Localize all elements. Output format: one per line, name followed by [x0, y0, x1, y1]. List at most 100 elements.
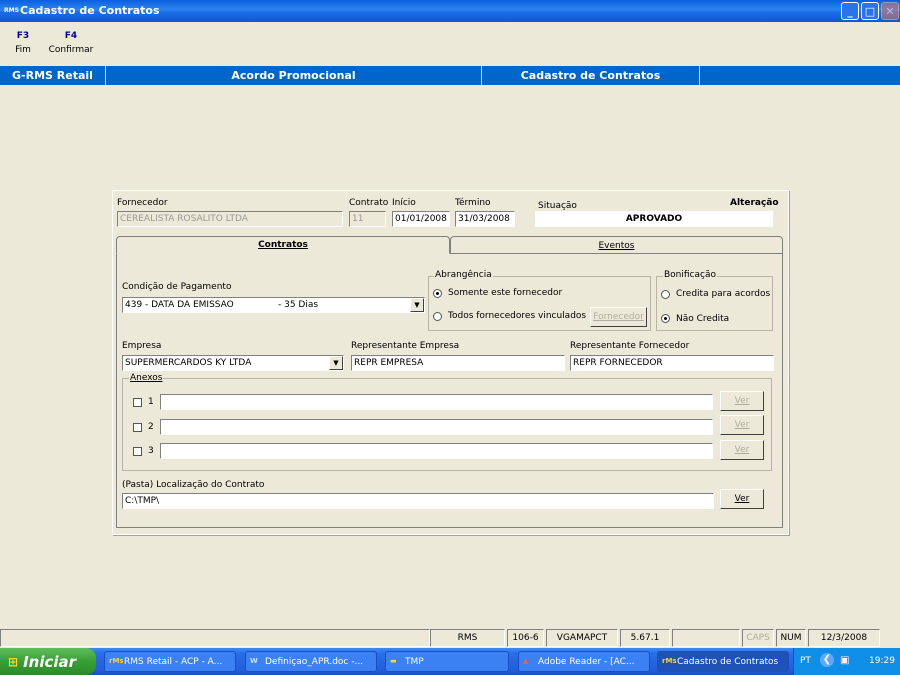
network-icon[interactable]: ▣: [840, 655, 849, 666]
localizacao-label: (Pasta) Localização do Contrato: [122, 480, 265, 490]
status-version: 5.67.1: [620, 629, 670, 647]
rms-app-icon: rMs: [109, 656, 124, 665]
word-doc-icon: W: [250, 656, 258, 665]
status-message: [0, 629, 430, 647]
task-label: Adobe Reader - [AC...: [538, 656, 635, 667]
tab-eventos[interactable]: Eventos: [450, 236, 783, 254]
empresa-value: SUPERMERCARDOS KY LTDA: [125, 358, 252, 368]
localizacao-field[interactable]: C:\TMP\: [122, 493, 714, 509]
anexo-1-field[interactable]: [160, 394, 713, 410]
abrangencia-radio-todos[interactable]: [433, 312, 442, 321]
anexo-2-field[interactable]: [160, 419, 713, 435]
anexo-3-checkbox[interactable]: [133, 447, 142, 456]
inicio-field[interactable]: 01/01/2008: [392, 211, 450, 227]
empresa-dropdown[interactable]: SUPERMERCARDOS KY LTDA ▼: [122, 355, 344, 371]
f4-label: Confirmar: [48, 45, 94, 55]
close-button[interactable]: ✕: [881, 2, 899, 20]
app-icon: RMS: [4, 7, 19, 14]
minimize-button[interactable]: _: [841, 2, 859, 20]
task-word-doc[interactable]: W Definiçao_APR.doc -...: [245, 651, 377, 672]
localizacao-ver-button[interactable]: Ver: [720, 489, 764, 509]
rep-empresa-field[interactable]: REPR EMPRESA: [351, 355, 565, 371]
abrangencia-label: Abrangência: [434, 270, 493, 280]
header-module: Acordo Promocional: [106, 66, 482, 85]
start-label: Iniciar: [23, 652, 77, 671]
anexo-1-ver-button[interactable]: Ver: [720, 391, 764, 411]
status-code: 106-6: [507, 629, 544, 647]
contrato-field[interactable]: 11: [349, 211, 386, 227]
condicao-days: - 35 Dias: [278, 300, 319, 310]
status-empty: [672, 629, 740, 647]
anexo-2-checkbox[interactable]: [133, 423, 142, 432]
chevron-down-icon[interactable]: ▼: [410, 298, 424, 312]
anexo-3-number: 3: [148, 446, 154, 456]
task-cadastro-contratos[interactable]: rMs Cadastro de Contratos: [657, 651, 789, 672]
rms-app-icon: rMs: [662, 656, 677, 665]
f3-fim-button[interactable]: F3 Fim: [8, 31, 38, 55]
abrangencia-opt2-label: Todos fornecedores vinculados: [448, 311, 587, 321]
f3-key: F3: [16, 31, 30, 41]
f3-label: Fim: [15, 45, 31, 55]
windows-logo-icon: ⊞: [8, 654, 19, 669]
abrangencia-opt1-label: Somente este fornecedor: [448, 288, 563, 298]
tab-divider: [450, 253, 783, 254]
module-header: G-RMS Retail Acordo Promocional Cadastro…: [0, 66, 900, 85]
anexo-2-number: 2: [148, 422, 154, 432]
termino-field[interactable]: 31/03/2008: [455, 211, 515, 227]
chevron-left-icon[interactable]: ❮: [820, 653, 834, 667]
task-tmp-folder[interactable]: ▬ TMP: [385, 651, 509, 672]
bonificacao-radio-credita[interactable]: [661, 290, 670, 299]
task-label: TMP: [405, 656, 424, 667]
chevron-down-icon[interactable]: ▼: [329, 356, 343, 370]
header-screen: Cadastro de Contratos: [482, 66, 700, 85]
rep-fornecedor-label: Representante Fornecedor: [570, 341, 690, 351]
anexo-2-ver-button[interactable]: Ver: [720, 415, 764, 435]
inicio-label: Início: [392, 198, 416, 208]
task-label: RMS Retail - ACP - A...: [124, 656, 223, 667]
fornecedor-field[interactable]: CEREALISTA ROSALITO LTDA: [117, 211, 343, 227]
empresa-label: Empresa: [122, 341, 162, 351]
fornecedor-button[interactable]: Fornecedor: [590, 307, 647, 327]
abrangencia-radio-somente[interactable]: [433, 289, 442, 298]
bonificacao-radio-nao-credita[interactable]: [661, 314, 670, 323]
bonificacao-opt2-label: Não Credita: [676, 314, 730, 324]
status-user: VGAMAPCT: [546, 629, 618, 647]
contrato-label: Contrato: [349, 198, 389, 208]
start-button[interactable]: ⊞ Iniciar: [0, 648, 96, 675]
task-adobe-reader[interactable]: ▲ Adobe Reader - [AC...: [518, 651, 650, 672]
tab-contratos[interactable]: Contratos: [116, 236, 450, 254]
mode-indicator: Alteração: [730, 198, 779, 208]
anexo-1-number: 1: [148, 397, 154, 407]
condicao-dropdown[interactable]: 439 - DATA DA EMISSAO - 35 Dias ▼: [122, 297, 425, 313]
bonificacao-label: Bonificação: [663, 270, 717, 280]
bonificacao-opt1-label: Credita para acordos: [676, 289, 771, 299]
anexo-1-checkbox[interactable]: [133, 398, 142, 407]
rep-fornecedor-field[interactable]: REPR FORNECEDOR: [570, 355, 774, 371]
maximize-button[interactable]: □: [861, 2, 879, 20]
window-title: Cadastro de Contratos: [20, 4, 160, 17]
f4-key: F4: [64, 31, 78, 41]
clock: 19:29: [869, 656, 895, 666]
status-caps: CAPS: [742, 629, 774, 647]
situacao-label: Situação: [538, 201, 577, 211]
status-date: 12/3/2008: [808, 629, 880, 647]
language-indicator[interactable]: PT: [800, 656, 811, 666]
situacao-value: APROVADO: [535, 211, 773, 227]
status-system: RMS: [430, 629, 505, 647]
header-app: G-RMS Retail: [0, 66, 106, 85]
status-num: NUM: [776, 629, 806, 647]
condicao-label: Condição de Pagamento: [122, 282, 232, 292]
anexo-3-ver-button[interactable]: Ver: [720, 440, 764, 460]
rep-empresa-label: Representante Empresa: [351, 341, 460, 351]
task-label: Cadastro de Contratos: [677, 656, 779, 667]
fornecedor-label: Fornecedor: [117, 198, 168, 208]
task-rms-retail[interactable]: rMs RMS Retail - ACP - A...: [104, 651, 236, 672]
folder-icon: ▬: [390, 656, 397, 665]
condicao-value: 439 - DATA DA EMISSAO: [125, 300, 234, 310]
anexos-label: Anexos: [129, 373, 164, 383]
system-tray: PT ❮ ▣ 19:29: [793, 648, 900, 675]
f4-confirmar-button[interactable]: F4 Confirmar: [48, 31, 94, 55]
adobe-reader-icon: ▲: [523, 656, 529, 665]
termino-label: Término: [455, 198, 491, 208]
anexo-3-field[interactable]: [160, 443, 713, 459]
